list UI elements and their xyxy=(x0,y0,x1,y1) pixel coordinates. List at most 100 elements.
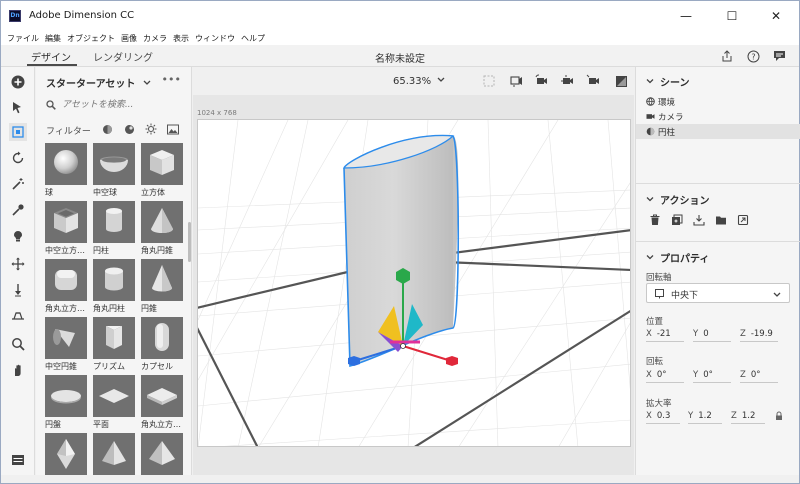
rotation-z-field[interactable]: Z 0° xyxy=(740,370,761,380)
folder-icon[interactable] xyxy=(714,213,728,227)
menu-object[interactable]: オブジェクト xyxy=(67,33,115,44)
asset-disc[interactable]: 円盤 xyxy=(45,375,87,430)
round-cylinder-thumbnail xyxy=(93,259,135,301)
pivot-value: 中央下 xyxy=(671,291,699,301)
assets-title-text: スターターアセット xyxy=(46,79,136,90)
eyedropper-icon[interactable] xyxy=(9,201,27,219)
tool-rail xyxy=(1,67,35,475)
assets-panel-title[interactable]: スターターアセット xyxy=(46,75,151,90)
maximize-button[interactable]: ☐ xyxy=(709,1,755,31)
camera-rotate-icon[interactable] xyxy=(533,73,549,89)
asset-bowl[interactable]: 中空球 xyxy=(93,143,135,198)
scale-z-field[interactable]: Z 1.2 xyxy=(731,411,755,421)
add-icon[interactable] xyxy=(9,73,27,91)
model-filter-icon[interactable] xyxy=(101,123,113,135)
more-options-button[interactable]: ••• xyxy=(162,73,181,86)
asset-pyramid-2[interactable] xyxy=(141,433,183,475)
asset-cube[interactable]: 立方体 xyxy=(141,143,183,198)
tab-render[interactable]: レンダリング xyxy=(93,49,153,64)
assets-scrollbar[interactable] xyxy=(188,222,191,262)
menu-help[interactable]: ヘルプ xyxy=(241,33,265,44)
asset-plane[interactable]: 平面 xyxy=(93,375,135,430)
asset-cone[interactable]: 円錐 xyxy=(141,259,183,314)
help-icon[interactable]: ? xyxy=(745,48,761,64)
horizon-icon[interactable] xyxy=(9,307,27,325)
zoom-icon[interactable] xyxy=(9,335,27,353)
rotation-label: 回転 xyxy=(646,357,664,367)
delete-icon[interactable] xyxy=(648,213,662,227)
zoom-value: 65.33% xyxy=(393,76,432,87)
rotation-x-field[interactable]: X 0° xyxy=(646,370,667,380)
chevron-down-icon[interactable] xyxy=(646,253,654,261)
sphere-thumbnail xyxy=(45,143,87,185)
image-filter-icon[interactable] xyxy=(167,123,179,135)
menu-image[interactable]: 画像 xyxy=(121,33,137,44)
comment-icon[interactable] xyxy=(771,48,787,64)
position-z-field[interactable]: Z -19.9 xyxy=(740,329,773,339)
place-icon[interactable] xyxy=(692,213,706,227)
duplicate-icon[interactable] xyxy=(670,213,684,227)
tab-design[interactable]: デザイン xyxy=(31,49,71,64)
light-filter-icon[interactable] xyxy=(145,123,157,135)
asset-round-cone[interactable]: 角丸円錐 xyxy=(141,201,183,256)
export-icon[interactable] xyxy=(736,213,750,227)
lock-icon[interactable] xyxy=(775,411,783,424)
hand-icon[interactable] xyxy=(9,361,27,379)
camera-dolly-icon[interactable] xyxy=(585,73,601,89)
select-icon[interactable] xyxy=(9,99,27,117)
disc-thumbnail xyxy=(45,375,87,417)
chevron-down-icon[interactable] xyxy=(646,195,654,203)
asset-pyramid[interactable] xyxy=(93,433,135,475)
3d-canvas[interactable] xyxy=(197,119,631,447)
asset-search-input[interactable] xyxy=(62,97,182,113)
frame-icon[interactable] xyxy=(481,73,497,89)
transform-icon[interactable] xyxy=(9,123,27,141)
asset-hollow-cube[interactable]: 中空立方… xyxy=(45,201,87,256)
orbit-icon[interactable] xyxy=(9,149,27,167)
chevron-down-icon xyxy=(143,78,151,89)
scene-item-camera[interactable]: カメラ xyxy=(636,109,800,124)
chevron-down-icon[interactable] xyxy=(646,77,654,85)
rotation-y-field[interactable]: Y 0° xyxy=(693,370,713,380)
menu-file[interactable]: ファイル xyxy=(7,33,39,44)
magic-wand-icon[interactable] xyxy=(9,175,27,193)
object-icon xyxy=(646,127,655,139)
minimize-button[interactable]: — xyxy=(663,1,709,31)
menu-edit[interactable]: 編集 xyxy=(45,33,61,44)
menu-camera[interactable]: カメラ xyxy=(143,33,167,44)
menu-view[interactable]: 表示 xyxy=(173,33,189,44)
camera-pan-icon[interactable] xyxy=(559,73,575,89)
asset-round-slab[interactable]: 角丸立方… xyxy=(141,375,183,430)
asset-round-cube[interactable]: 角丸立方… xyxy=(45,259,87,314)
dolly-icon[interactable] xyxy=(9,281,27,299)
cylinder-thumbnail xyxy=(93,201,135,243)
position-y-field[interactable]: Y0 xyxy=(693,329,709,339)
action-buttons xyxy=(636,213,800,229)
paint-icon[interactable] xyxy=(9,227,27,245)
zoom-level[interactable]: 65.33% xyxy=(393,75,445,87)
pan-camera-icon[interactable] xyxy=(9,255,27,273)
asset-capsule[interactable]: カプセル xyxy=(141,317,183,372)
asset-cylinder[interactable]: 円柱 xyxy=(93,201,135,256)
scale-x-field[interactable]: X 0.3 xyxy=(646,411,670,421)
asset-label: 円盤 xyxy=(45,420,61,429)
material-filter-icon[interactable] xyxy=(123,123,135,135)
render-preview-icon[interactable] xyxy=(613,73,629,89)
layers-icon[interactable] xyxy=(9,451,27,469)
asset-sphere[interactable]: 球 xyxy=(45,143,87,198)
asset-octahedron[interactable] xyxy=(45,433,87,475)
scene-item-cylinder[interactable]: 円柱 xyxy=(636,124,800,139)
scale-y-field[interactable]: Y 1.2 xyxy=(688,411,712,421)
position-label: 位置 xyxy=(646,317,664,327)
asset-round-cylinder[interactable]: 角丸円柱 xyxy=(93,259,135,314)
position-x-field[interactable]: X -21 xyxy=(646,329,671,339)
pivot-dropdown[interactable]: 中央下 xyxy=(646,283,790,303)
globe-icon xyxy=(646,97,655,109)
scene-item-environment[interactable]: 環境 xyxy=(636,94,800,109)
asset-hollow-cone[interactable]: 中空円錐 xyxy=(45,317,87,372)
close-button[interactable]: ✕ xyxy=(753,1,799,31)
menu-window[interactable]: ウィンドウ xyxy=(195,33,235,44)
camera-bookmark-icon[interactable] xyxy=(509,73,525,89)
share-icon[interactable] xyxy=(719,48,735,64)
asset-prism[interactable]: プリズム xyxy=(93,317,135,372)
